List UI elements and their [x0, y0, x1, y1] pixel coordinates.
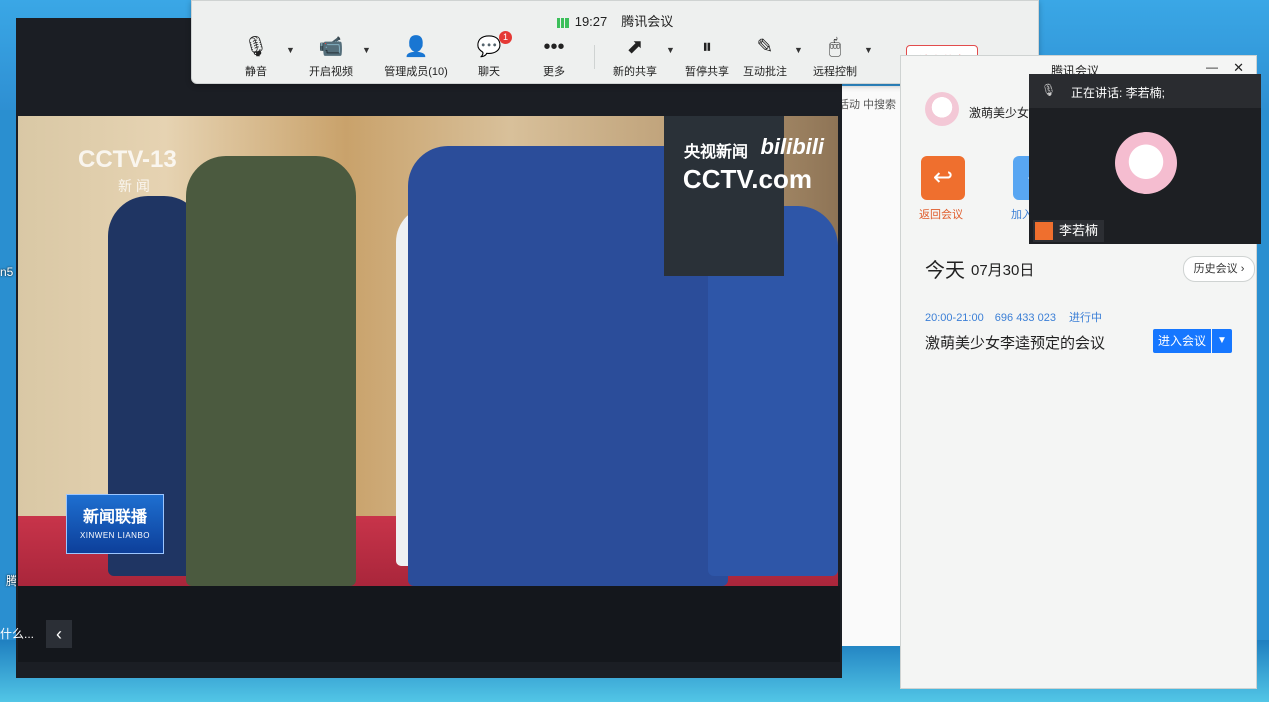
video-options-arrow-icon[interactable]: ▼	[362, 45, 371, 55]
toolbar-separator	[594, 45, 595, 69]
pause-icon: ⏸	[702, 36, 712, 58]
background-browser	[838, 86, 900, 646]
speaker-header: 🎙 正在讲话: 李若楠;	[1029, 74, 1261, 108]
member-icon: 👤	[403, 36, 429, 58]
manage-members-label: 管理成员(10)	[384, 66, 448, 78]
collapse-panel-button[interactable]: ‹	[46, 620, 72, 648]
speaker-nameplate: 李若楠	[1033, 220, 1105, 242]
speaker-name: 李若楠	[1059, 223, 1099, 238]
desktop-label: n5	[0, 265, 14, 279]
annotation-options-arrow-icon[interactable]: ▼	[794, 45, 803, 55]
return-meeting-label: 返回会议	[919, 209, 963, 221]
video-bottom-bar	[18, 586, 840, 662]
return-meeting-button[interactable]: ↩	[921, 156, 965, 200]
enter-meeting-dropdown-icon[interactable]: ▼	[1212, 329, 1232, 353]
today-date: 07月30日	[971, 262, 1035, 279]
history-meetings-button[interactable]: 历史会议 ›	[1183, 256, 1255, 282]
remote-control-label: 远程控制	[813, 66, 857, 78]
speaking-now-text: 正在讲话: 李若楠;	[1071, 86, 1166, 100]
speaker-floating-window[interactable]: 🎙 正在讲话: 李若楠; 李若楠	[1029, 74, 1261, 244]
history-label: 历史会议	[1193, 263, 1238, 275]
chat-button[interactable]: 💬 1 聊天	[472, 31, 512, 79]
user-name: 激萌美少女	[969, 106, 1030, 120]
meeting-id: 696 433 023	[994, 312, 1056, 324]
remote-options-arrow-icon[interactable]: ▼	[864, 45, 873, 55]
signal-icon	[556, 17, 569, 28]
cctv13-sub-logo: 新 闻	[118, 178, 150, 194]
bilibili-logo: bilibili	[760, 134, 824, 159]
pause-share-button[interactable]: ⏸ 暂停共享	[684, 35, 730, 79]
annotation-label: 互动批注	[743, 66, 787, 78]
more-button[interactable]: ••• 更多	[538, 35, 570, 79]
chevron-right-icon: ›	[1240, 263, 1245, 275]
start-video-label: 开启视频	[309, 66, 353, 78]
xinwen-lianbo-badge: 新闻联播 XINWEN LIANBO	[66, 494, 164, 554]
today-heading: 今天	[925, 260, 965, 282]
cctv-com-logo: CCTV.com	[682, 164, 812, 194]
background-browser-text: 活动 中搜索	[838, 99, 897, 111]
more-dots-icon: •••	[543, 36, 565, 58]
app-name: 腾讯会议	[621, 14, 674, 29]
mute-options-arrow-icon[interactable]: ▼	[286, 45, 295, 55]
microphone-icon: 🎙	[243, 36, 269, 58]
new-share-icon: ⬈	[626, 36, 644, 58]
news-badge-subtitle: XINWEN LIANBO	[79, 531, 151, 540]
meeting-name: 激萌美少女李逵预定的会议	[925, 335, 1106, 352]
meeting-meta: 20:00-21:00 696 433 023 进行中	[925, 309, 1102, 325]
start-video-button[interactable]: 📹 开启视频	[304, 35, 358, 79]
yangshi-news-logo: 央视新闻	[683, 144, 748, 161]
shared-video-frame: CCTV-13 新 闻 央视新闻 bilibili CCTV.com 新闻联播 …	[18, 116, 838, 586]
chevron-left-icon: ‹	[56, 624, 62, 644]
enter-meeting-button[interactable]: 进入会议	[1153, 329, 1211, 353]
avatar[interactable]	[925, 92, 959, 126]
microphone-icon: 🎙	[1041, 83, 1057, 97]
meeting-status-badge: 进行中	[1069, 312, 1103, 324]
mute-label: 静音	[245, 66, 267, 78]
cctv13-logo: CCTV-13	[78, 146, 177, 173]
speaker-avatar	[1115, 132, 1177, 194]
left-tip-text: 什么...	[0, 627, 35, 641]
meeting-time: 20:00-21:00	[925, 312, 984, 324]
more-label: 更多	[543, 66, 565, 78]
share-options-arrow-icon[interactable]: ▼	[666, 45, 675, 55]
remote-control-button[interactable]: 🖱 远程控制	[812, 35, 858, 79]
news-badge-title: 新闻联播	[82, 509, 147, 526]
person-figure	[186, 156, 356, 586]
participant-icon	[1035, 222, 1053, 240]
new-share-label: 新的共享	[613, 66, 657, 78]
chat-label: 聊天	[478, 66, 500, 78]
pause-share-label: 暂停共享	[685, 66, 729, 78]
video-off-icon: 📹	[318, 36, 344, 58]
remote-control-icon: 🖱	[829, 36, 841, 58]
meeting-clock: 19:27	[574, 14, 608, 29]
minimize-icon[interactable]: —	[1206, 60, 1218, 74]
annotation-pen-icon: ✎	[756, 36, 774, 58]
chat-unread-badge: 1	[499, 31, 512, 44]
toolbar-title: 19:27 腾讯会议	[192, 11, 1038, 30]
annotation-button[interactable]: ✎ 互动批注	[742, 35, 788, 79]
mute-button[interactable]: 🎙 静音	[236, 35, 276, 79]
chat-icon: 💬 1	[472, 31, 512, 59]
manage-members-button[interactable]: 👤 管理成员(10)	[380, 35, 452, 79]
return-arrow-icon: ↩	[932, 164, 954, 191]
new-share-button[interactable]: ⬈ 新的共享	[610, 35, 660, 79]
